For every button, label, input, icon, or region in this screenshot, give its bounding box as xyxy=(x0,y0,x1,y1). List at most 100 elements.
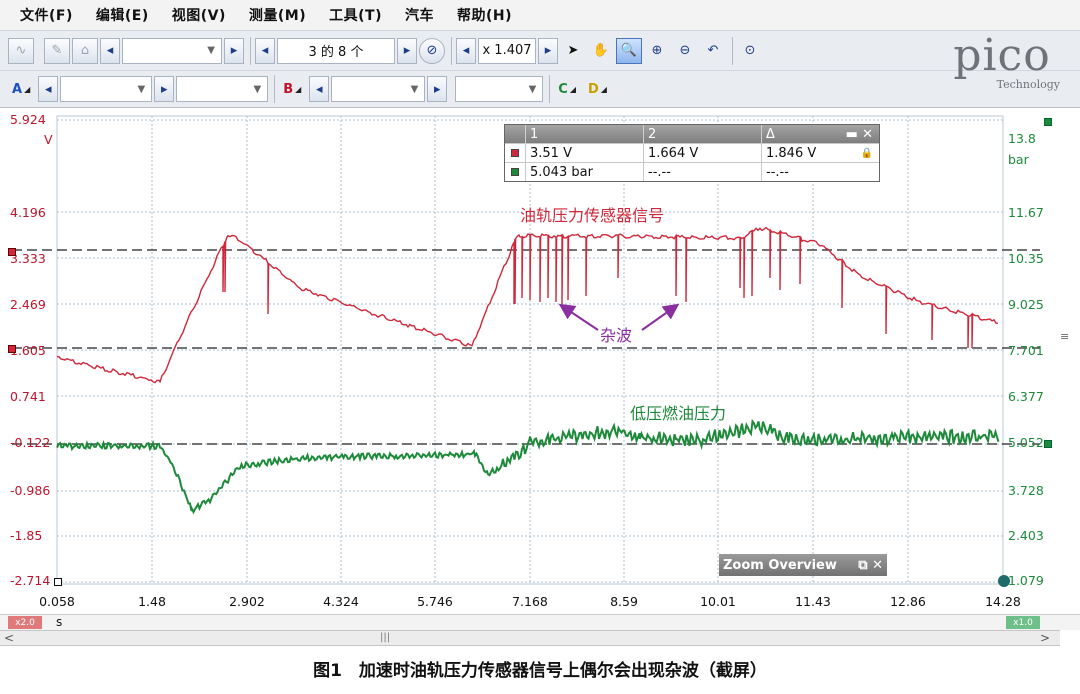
minimize-icon[interactable]: ▬ xyxy=(846,127,858,142)
red-trace xyxy=(56,226,999,384)
close-icon[interactable]: ✕ xyxy=(872,558,883,573)
menu-measure[interactable]: 测量(M) xyxy=(249,5,306,25)
channel-c-button[interactable]: C ◢ xyxy=(554,77,580,101)
prev-timebase-icon[interactable]: ◂ xyxy=(100,37,120,64)
y-tick-left: 5.924 xyxy=(10,112,46,127)
channel-b-range-prev-icon[interactable]: ◂ xyxy=(309,76,330,102)
ruler-legend-panel[interactable]: 1 2 Δ ▬ ✕ 3.51 V 1.664 V 1.846 V 🔒 5.043 b… xyxy=(504,124,880,182)
probe-icon[interactable]: ✎ xyxy=(44,37,70,64)
channel-a-range-next-icon[interactable]: ▸ xyxy=(154,76,175,102)
ruler-1-value: 3.51 V xyxy=(525,144,643,162)
y-tick-right: 9.025 xyxy=(1008,297,1044,312)
menu-help[interactable]: 帮助(H) xyxy=(457,5,512,25)
vertical-splitter-grip-icon[interactable]: ≡ xyxy=(1060,330,1069,343)
chevron-down-icon: ▼ xyxy=(137,83,146,95)
x-tick: 4.324 xyxy=(323,594,359,609)
channel-a-button[interactable]: A ◢ xyxy=(8,77,34,101)
channel-a-coupling-select[interactable]: ▼ xyxy=(176,76,269,102)
lock-icon[interactable]: 🔒 xyxy=(861,148,873,159)
menu-tools[interactable]: 工具(T) xyxy=(329,5,382,25)
green-signal-annotation: 低压燃油压力 xyxy=(630,404,727,423)
zoom-in-icon[interactable]: ⊕ xyxy=(644,38,670,64)
hand-icon[interactable]: ✋ xyxy=(588,38,614,64)
restore-icon[interactable]: ⧉ xyxy=(858,558,867,573)
y-tick-left: -2.714 xyxy=(10,573,51,588)
channel-a-range-prev-icon[interactable]: ◂ xyxy=(38,76,59,102)
buffer-navigator-icon[interactable]: ⊘ xyxy=(419,37,445,64)
y-tick-right: 3.728 xyxy=(1008,483,1044,498)
scroll-thumb-grip-icon[interactable]: ||| xyxy=(380,632,390,643)
left-axis-zoom-factor[interactable]: x2.0 xyxy=(8,616,42,629)
channel-b-coupling-select[interactable]: ▼ xyxy=(455,76,544,102)
zoom-out-icon[interactable]: ⊖ xyxy=(672,38,698,64)
channel-d-label: D xyxy=(588,81,599,97)
channel-b-label: B xyxy=(283,81,294,97)
channel-d-button[interactable]: D ◢ xyxy=(584,77,611,101)
red-signal-annotation: 油轨压力传感器信号 xyxy=(520,206,665,225)
y-tick-left: -1.85 xyxy=(10,528,43,543)
zoom-select-icon[interactable]: 🔍 xyxy=(616,37,642,64)
scope-mode-icon[interactable]: ∿ xyxy=(8,37,34,64)
ruler-1-value: 5.043 bar xyxy=(525,163,643,181)
channel-c-marker[interactable] xyxy=(1044,118,1052,126)
zoom-fit-icon[interactable]: ⊙ xyxy=(737,38,763,64)
dropdown-triangle-icon: ◢ xyxy=(569,84,576,94)
menu-edit[interactable]: 编辑(E) xyxy=(96,5,149,25)
dropdown-triangle-icon: ◢ xyxy=(295,84,302,94)
channel-b-range-select[interactable]: ▼ xyxy=(331,76,426,102)
x-tick: 7.168 xyxy=(512,594,548,609)
chevron-down-icon: ▼ xyxy=(207,45,215,56)
channel-a-range-select[interactable]: ▼ xyxy=(60,76,153,102)
right-axis-zoom-factor[interactable]: x1.0 xyxy=(1006,616,1040,629)
menu-automotive[interactable]: 汽车 xyxy=(405,5,434,25)
y-tick-right: 2.403 xyxy=(1008,528,1044,543)
ruler-1-marker[interactable] xyxy=(8,345,16,353)
timebase-select[interactable]: ▼ xyxy=(122,37,222,64)
menu-view[interactable]: 视图(V) xyxy=(172,5,226,25)
channel-b-range-next-icon[interactable]: ▸ xyxy=(427,76,448,102)
ruler-legend-row: 3.51 V 1.664 V 1.846 V 🔒 xyxy=(505,143,879,162)
time-ruler-marker[interactable] xyxy=(54,578,62,586)
close-icon[interactable]: ✕ xyxy=(862,127,873,142)
x-tick: 10.01 xyxy=(700,594,736,609)
home-icon[interactable]: ⌂ xyxy=(72,37,98,64)
y-tick-left: -0.122 xyxy=(10,435,51,450)
next-timebase-icon[interactable]: ▸ xyxy=(224,37,244,64)
ruler-lines xyxy=(12,249,1040,445)
scope-view[interactable]: 5.924 V 4.196 3.333 2.469 1.605 0.741 -0… xyxy=(0,108,1080,616)
y-tick-right: 11.67 xyxy=(1008,205,1044,220)
horizontal-scrollbar[interactable]: < ||| > xyxy=(0,630,1060,646)
undo-zoom-icon[interactable]: ↶ xyxy=(700,38,726,64)
x-tick: 8.59 xyxy=(610,594,638,609)
y-tick-right: 5.052 xyxy=(1008,435,1044,450)
channel-c-offset-marker[interactable] xyxy=(1044,440,1052,448)
ruler-handle[interactable] xyxy=(998,575,1010,587)
x-tick: 1.48 xyxy=(138,594,166,609)
y-tick-left: -0.986 xyxy=(10,483,51,498)
main-toolbar: ∿ ✎ ⌂ ◂ ▼ ▸ ◂ 3 的 8 个 ▸ ⊘ ◂ x 1.407 ▸ ➤ … xyxy=(0,30,1080,70)
scroll-right-icon[interactable]: > xyxy=(1040,631,1050,645)
zoom-out-step-icon[interactable]: ◂ xyxy=(456,37,476,64)
prev-buffer-icon[interactable]: ◂ xyxy=(255,37,275,64)
figure-caption: 图1 加速时油轨压力传感器信号上偶尔会出现杂波（截屏） xyxy=(313,661,767,681)
ruler-legend-col-1: 1 xyxy=(525,125,643,143)
channel-b-offset-marker[interactable] xyxy=(8,248,16,256)
y-tick-left: 0.741 xyxy=(10,389,46,404)
channel-b-button[interactable]: B ◢ xyxy=(279,77,305,101)
ruler-delta-value: --.-- xyxy=(766,164,789,180)
channel-c-swatch xyxy=(511,168,519,176)
pointer-icon[interactable]: ➤ xyxy=(560,38,586,64)
ruler-legend-col-delta: Δ xyxy=(766,126,775,142)
noise-arrow-left xyxy=(558,303,599,331)
scroll-left-icon[interactable]: < xyxy=(4,631,14,645)
divider xyxy=(274,75,276,103)
zoom-in-step-icon[interactable]: ▸ xyxy=(538,37,558,64)
menu-file[interactable]: 文件(F) xyxy=(20,5,73,25)
y-tick-right: 1.079 xyxy=(1008,573,1044,588)
ruler-2-value: --.-- xyxy=(643,163,761,181)
next-buffer-icon[interactable]: ▸ xyxy=(397,37,417,64)
chevron-down-icon: ▼ xyxy=(410,83,419,95)
ruler-2-value: 1.664 V xyxy=(643,144,761,162)
logo-wordmark: pico xyxy=(953,30,1051,81)
zoom-overview-panel[interactable]: Zoom Overview ⧉ ✕ xyxy=(719,554,887,576)
